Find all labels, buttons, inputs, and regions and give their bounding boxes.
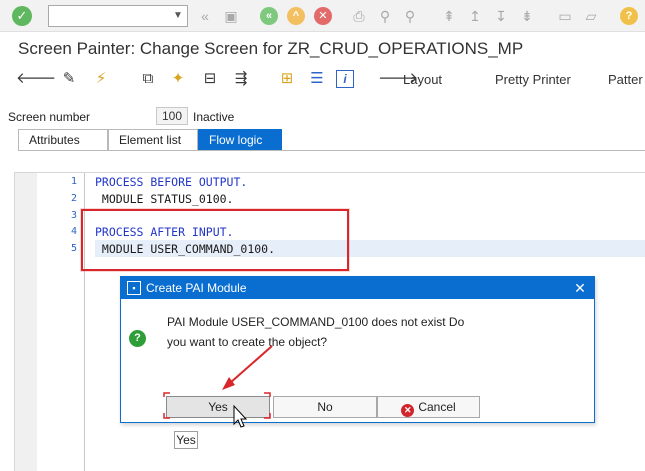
annotation-highlight-box [81,209,349,271]
dialog-message-line: PAI Module USER_COMMAND_0100 does not ex… [167,315,465,329]
shortcut-icon[interactable]: ▱ [582,7,600,25]
dialog-title-bar: ▪ Create PAI Module ✕ [121,277,594,299]
last-page-icon[interactable]: ⇟ [518,7,536,25]
pattern-button[interactable]: Patter [608,72,643,87]
tab-element-list[interactable]: Element list [108,129,198,150]
info-icon[interactable]: i [336,70,354,88]
create-pai-module-dialog: ▪ Create PAI Module ✕ ? PAI Module USER_… [120,276,595,423]
save-icon[interactable]: ▣ [222,7,240,25]
dialog-message-line: you want to create the object? [167,335,328,349]
close-icon[interactable]: ✕ [572,279,588,297]
line-number: 2 [70,193,77,204]
no-button[interactable]: No [273,396,377,418]
command-field[interactable]: ▼ [48,5,188,27]
dialog-window-icon: ▪ [127,281,141,295]
first-page-icon[interactable]: ⇞ [440,7,458,25]
back-arrow-icon[interactable]: 🡐 [16,68,56,90]
create-session-icon[interactable]: ▭ [556,7,574,25]
ok-icon[interactable]: ✓ [12,6,32,26]
back-green-icon[interactable]: « [260,7,278,25]
line-number: 1 [70,176,77,187]
question-icon: ? [129,330,146,347]
command-input[interactable] [49,6,167,26]
editor-gutter [15,173,37,471]
screen-number-field: 100 [156,107,188,125]
help-icon[interactable]: ? [620,7,638,25]
layout-button[interactable]: Layout [403,72,442,87]
back-icon[interactable]: « [196,7,214,25]
navigation-icon[interactable]: ⇶ [230,68,252,90]
layout-arrow-icon: 🡒 [378,70,419,87]
display-object-list-icon[interactable]: ⊟ [199,68,221,90]
next-page-icon[interactable]: ↧ [492,7,510,25]
where-used-icon[interactable]: ⧉ [137,68,159,90]
activate-icon[interactable]: ⚡ [90,68,112,90]
page-title: Screen Painter: Change Screen for ZR_CRU… [18,39,524,58]
screen-status: Inactive [193,110,235,124]
dropdown-icon[interactable]: ▼ [171,9,185,23]
yes-button[interactable]: Yes [166,396,270,418]
find-next-icon[interactable]: ⚲ [401,7,419,25]
exit-icon[interactable]: ^ [287,7,305,25]
pretty-printer-button[interactable]: Pretty Printer [495,72,571,87]
display-change-icon[interactable]: ✎ [58,68,80,90]
screen-number-label: Screen number [8,110,91,124]
cancel-button-label: Cancel [418,400,456,414]
line-number: 5 [70,243,77,254]
dialog-message: PAI Module USER_COMMAND_0100 does not ex… [167,312,467,352]
print-icon[interactable]: ⎙ [350,7,368,25]
line-numbers: 1 2 3 4 5 [37,173,85,471]
dialog-title: Create PAI Module [146,281,247,295]
line-number: 3 [70,210,77,221]
cancel-icon: ✕ [401,404,415,417]
cancel-button[interactable]: ✕ Cancel [377,396,480,418]
code-line[interactable]: PROCESS BEFORE OUTPUT. [95,174,247,191]
cancel-icon[interactable]: ✕ [314,7,332,25]
hierarchy-icon[interactable]: ⊞ [276,68,298,90]
yes-tooltip: Yes [174,431,198,449]
tab-flow-logic[interactable]: Flow logic [198,129,282,150]
tab-attributes[interactable]: Attributes [18,129,108,150]
tree-icon[interactable]: ☰ [306,68,328,90]
tab-divider [18,150,645,151]
magic-wand-icon[interactable]: ✦ [167,68,189,90]
code-line[interactable]: MODULE STATUS_0100. [95,191,234,208]
application-toolbar: 🡐 ✎ ⚡ ⧉ ✦ ⊟ ⇶ ⊞ ☰ i 🡒 Layout Pretty Prin… [0,64,645,94]
system-toolbar: ✓ ▼ « ▣ « ^ ✕ ⎙ ⚲ ⚲ ⇞ ↥ ↧ ⇟ ▭ ▱ ? [0,0,645,32]
prev-page-icon[interactable]: ↥ [466,7,484,25]
line-number: 4 [70,226,77,237]
find-icon[interactable]: ⚲ [376,7,394,25]
